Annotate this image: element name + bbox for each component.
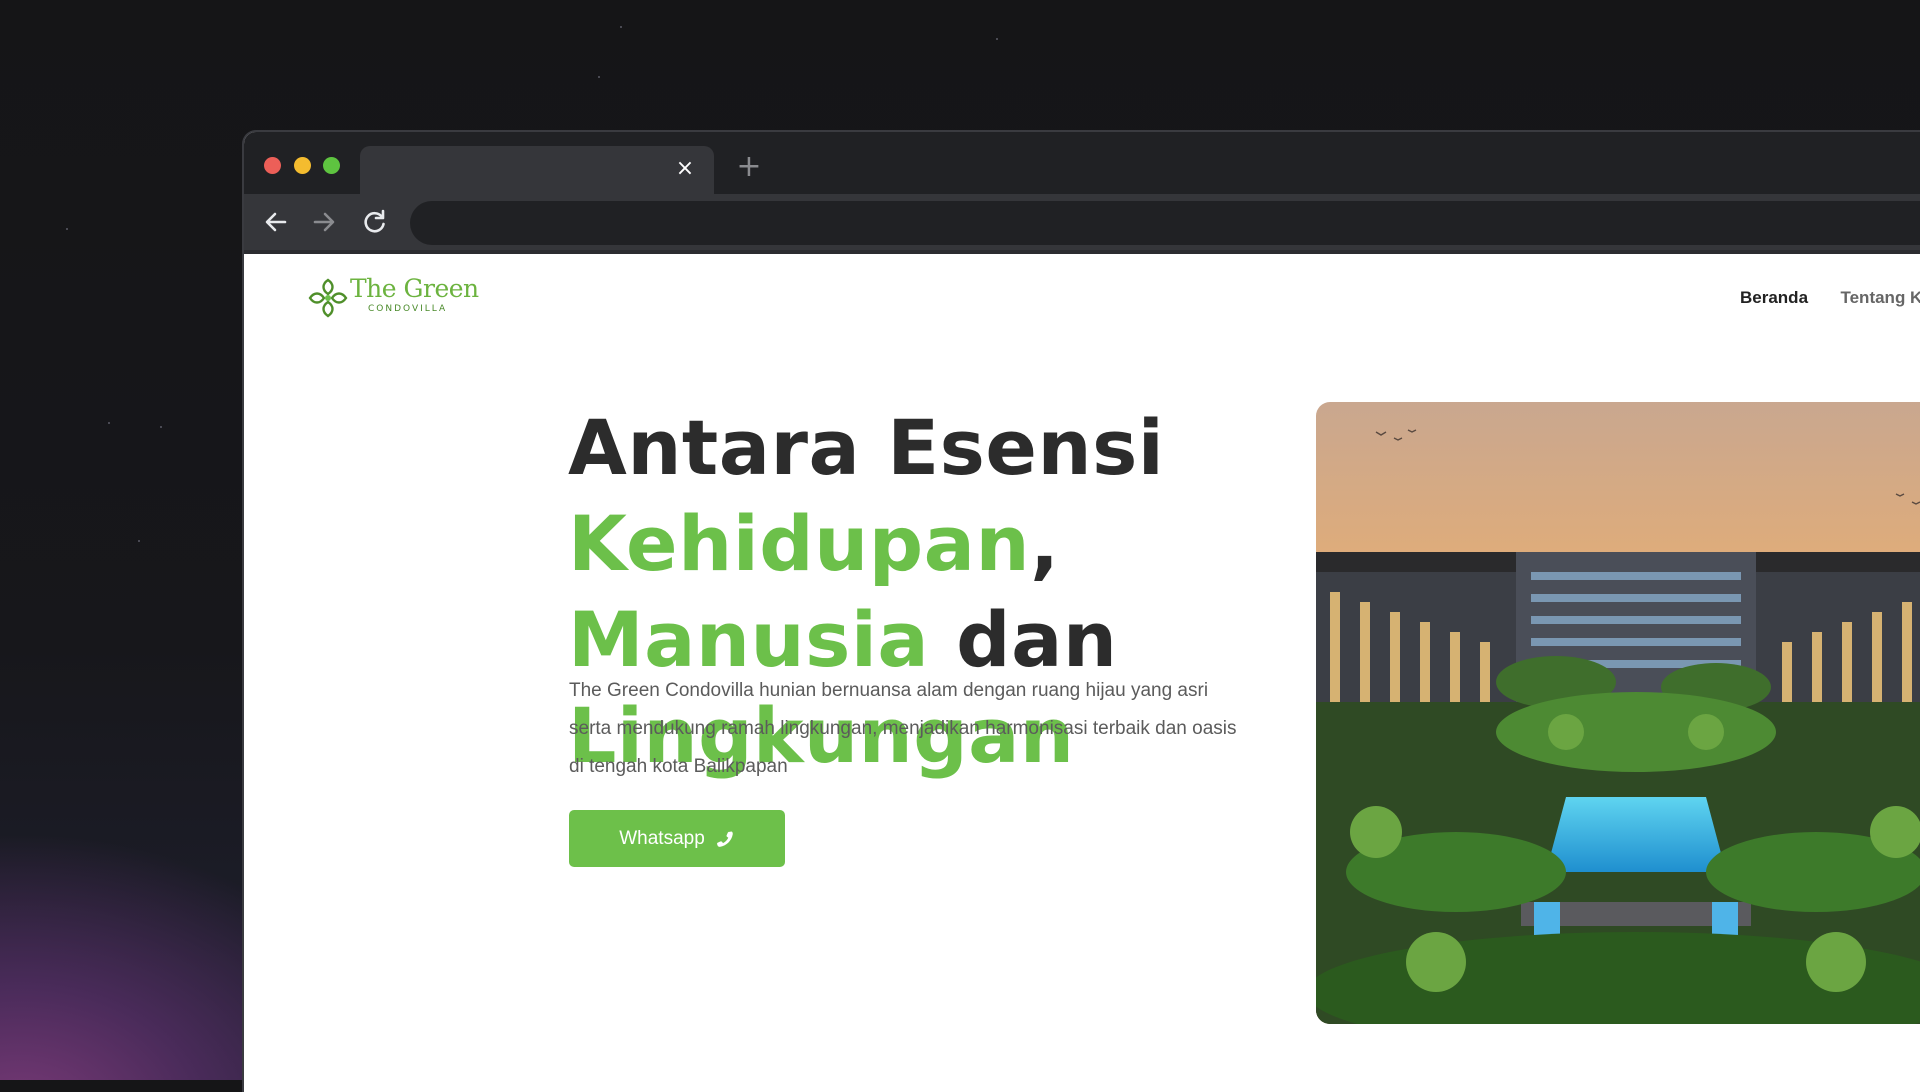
close-icon[interactable]: ×: [672, 156, 698, 182]
condominium-rendering-image: [1316, 402, 1920, 1024]
star: [598, 76, 600, 78]
browser-tab[interactable]: ×: [360, 146, 714, 194]
star: [108, 422, 110, 424]
browser-toolbar: [244, 194, 1920, 254]
reload-icon[interactable]: [356, 204, 392, 240]
site-logo[interactable]: The Green CONDOVILLA: [306, 274, 479, 318]
nav-item-tentang[interactable]: Tentang K: [1840, 288, 1920, 308]
main-nav: Beranda Tentang K: [1740, 288, 1920, 308]
new-tab-icon[interactable]: +: [734, 152, 764, 182]
hero-title-line-1: Antara Esensi: [568, 403, 1165, 492]
minimize-window-button[interactable]: [294, 157, 311, 174]
web-page: The Green CONDOVILLA Beranda Tentang K A…: [244, 254, 1920, 1092]
browser-window: × + The Green CONDOVILLA Beranda Tentang…: [244, 132, 1920, 1092]
address-bar[interactable]: [410, 201, 1920, 245]
nav-item-beranda[interactable]: Beranda: [1740, 288, 1808, 308]
hero-title-dan: dan: [929, 595, 1118, 684]
hero-title-manusia: Manusia: [568, 595, 930, 684]
leaf-logo-icon: [308, 278, 348, 318]
hero-title-line-2: Kehidupan,: [568, 496, 1208, 592]
star: [138, 540, 140, 542]
close-window-button[interactable]: [264, 157, 281, 174]
arrow-left-icon[interactable]: [258, 204, 294, 240]
whatsapp-button-label: Whatsapp: [619, 827, 705, 849]
star: [996, 38, 998, 40]
maximize-window-button[interactable]: [323, 157, 340, 174]
star: [160, 426, 162, 428]
logo-subtitle: CONDOVILLA: [368, 304, 448, 314]
whatsapp-button[interactable]: Whatsapp: [569, 810, 785, 867]
arrow-right-icon[interactable]: [306, 204, 342, 240]
star: [66, 228, 68, 230]
hero-title-comma: ,: [1030, 499, 1060, 588]
star: [620, 26, 622, 28]
hero-description: The Green Condovilla hunian bernuansa al…: [569, 680, 1237, 777]
hero-title-kehidupan: Kehidupan: [568, 499, 1031, 588]
logo-title: The Green: [350, 274, 479, 303]
phone-icon: [716, 831, 733, 847]
tab-bar: × +: [244, 132, 1920, 194]
